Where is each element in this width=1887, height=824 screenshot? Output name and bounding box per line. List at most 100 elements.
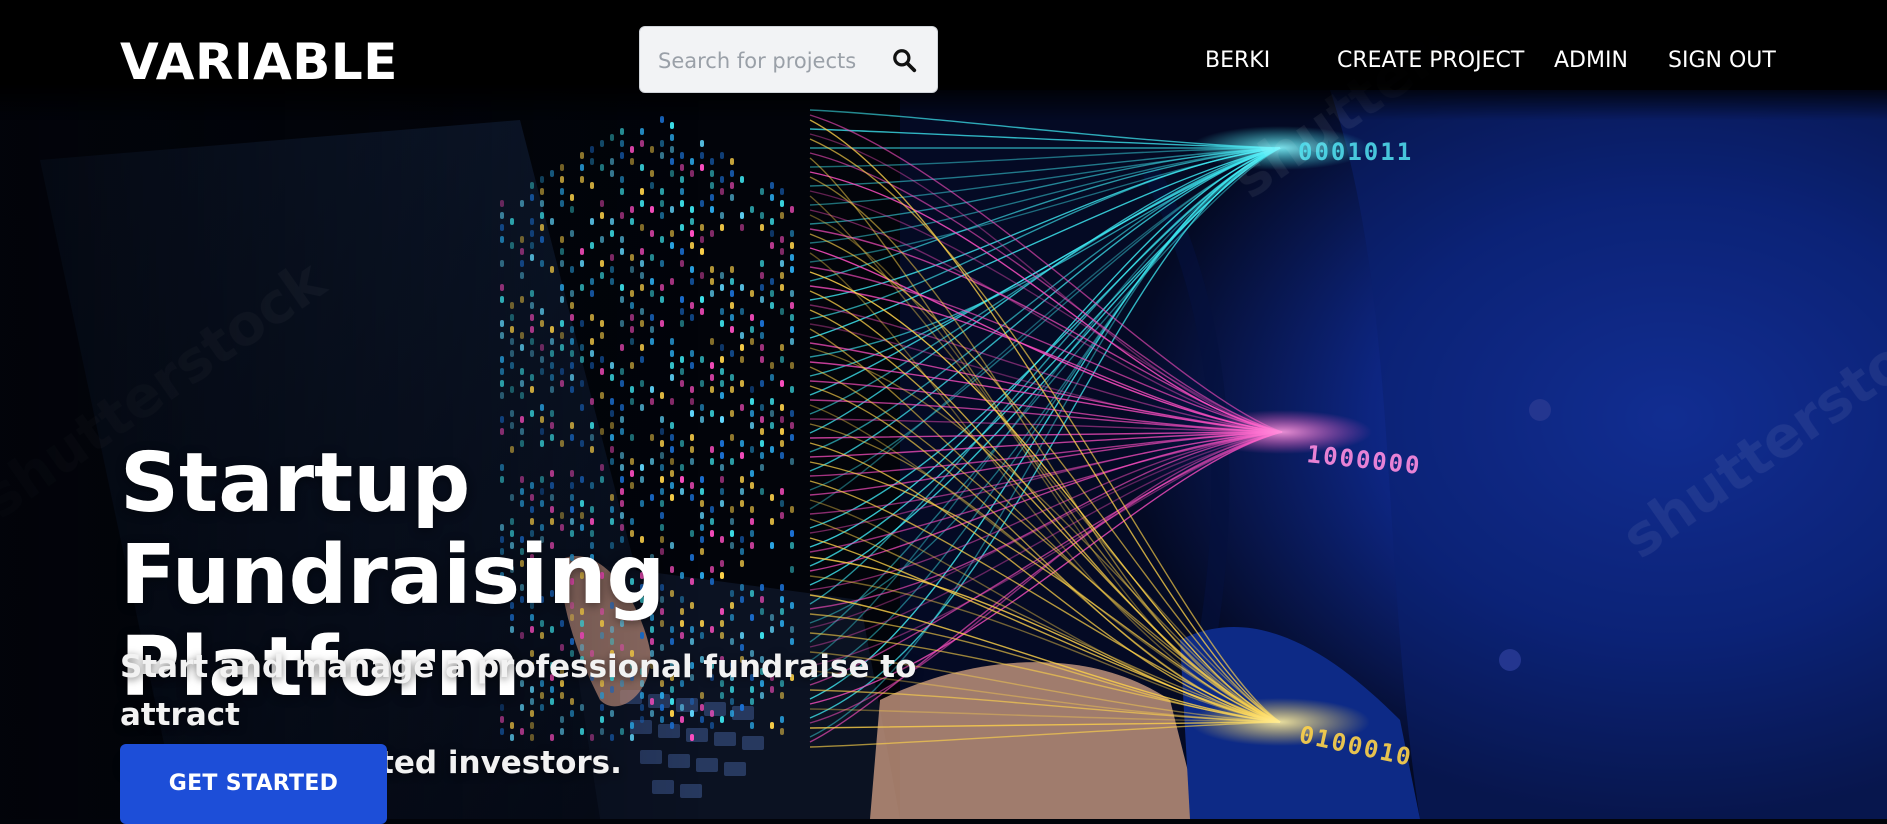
binary-dot <box>780 308 784 315</box>
binary-dot <box>760 212 764 219</box>
binary-dot <box>740 212 744 219</box>
binary-dot <box>790 206 794 213</box>
get-started-button[interactable]: GET STARTED <box>120 744 387 824</box>
nav-link-user[interactable]: BERKI <box>1205 44 1270 78</box>
binary-dot <box>720 272 724 279</box>
binary-dot <box>760 404 764 411</box>
binary-dot <box>780 428 784 435</box>
binary-dot <box>710 338 714 345</box>
binary-dot <box>700 140 704 147</box>
binary-dot <box>770 230 774 237</box>
binary-dot <box>710 374 714 381</box>
binary-dot <box>710 386 714 393</box>
binary-dot <box>750 314 754 321</box>
binary-dot <box>700 404 704 411</box>
binary-dot <box>710 290 714 297</box>
binary-dot <box>720 152 724 159</box>
binary-dot <box>740 356 744 363</box>
binary-dot <box>700 272 704 279</box>
binary-dot <box>770 374 774 381</box>
binary-dot <box>720 212 724 219</box>
binary-dot <box>710 410 714 417</box>
nav-link-admin[interactable]: ADMIN <box>1554 44 1628 78</box>
binary-dot <box>730 182 734 189</box>
binary-dot <box>730 194 734 201</box>
binary-dot <box>760 428 764 435</box>
binary-dot <box>790 266 794 273</box>
binary-dot <box>770 278 774 285</box>
binary-dot <box>730 386 734 393</box>
binary-dot <box>710 182 714 189</box>
binary-dot <box>790 410 794 417</box>
binary-dot <box>730 278 734 285</box>
binary-dot <box>770 362 774 369</box>
binary-dot <box>790 422 794 429</box>
search-input[interactable] <box>656 41 870 81</box>
binary-dot <box>720 176 724 183</box>
binary-dot <box>780 200 784 207</box>
binary-dot <box>780 212 784 219</box>
binary-dot <box>700 356 704 363</box>
binary-dot <box>790 362 794 369</box>
binary-dot <box>770 302 774 309</box>
binary-dot <box>700 200 704 207</box>
nav-link-create-project[interactable]: CREATE PROJECT <box>1337 44 1524 78</box>
binary-dot <box>780 356 784 363</box>
binary-dot <box>730 314 734 321</box>
binary-dot <box>740 224 744 231</box>
binary-dot <box>710 170 714 177</box>
nav-link-sign-out[interactable]: SIGN OUT <box>1668 44 1776 78</box>
binary-dot <box>770 182 774 189</box>
binary-dot <box>730 410 734 417</box>
binary-dot <box>720 380 724 387</box>
binary-dot <box>790 302 794 309</box>
binary-dot <box>720 224 724 231</box>
binary-dot <box>720 284 724 291</box>
binary-dot <box>730 350 734 357</box>
binary-dot <box>730 374 734 381</box>
binary-dot <box>750 398 754 405</box>
binary-dot <box>760 320 764 327</box>
search-button[interactable] <box>885 41 923 79</box>
binary-dot <box>770 218 774 225</box>
hero-title-line: Startup Fundraising <box>120 436 666 623</box>
binary-dot <box>760 296 764 303</box>
brand-logo[interactable]: VARIABLE <box>120 30 398 94</box>
binary-dot <box>700 224 704 231</box>
binary-dot <box>770 290 774 297</box>
binary-dot <box>730 170 734 177</box>
binary-dot <box>710 230 714 237</box>
binary-dot <box>710 266 714 273</box>
binary-dot <box>730 326 734 333</box>
binary-dot <box>710 158 714 165</box>
binary-dot <box>750 326 754 333</box>
binary-dot <box>770 398 774 405</box>
binary-dot <box>750 338 754 345</box>
binary-dot <box>700 152 704 159</box>
binary-dot <box>760 416 764 423</box>
binary-dot <box>780 404 784 411</box>
binary-dot <box>750 386 754 393</box>
binary-dot <box>780 236 784 243</box>
binary-dot <box>720 188 724 195</box>
binary-dot <box>740 284 744 291</box>
binary-dot <box>710 206 714 213</box>
binary-dot <box>740 380 744 387</box>
hero-subtitle-line: Start and manage a professional fundrais… <box>120 649 917 733</box>
binary-dot <box>730 302 734 309</box>
binary-dot <box>770 194 774 201</box>
binary-dot <box>760 344 764 351</box>
binary-dot <box>730 266 734 273</box>
binary-dot <box>740 404 744 411</box>
binary-dot <box>760 272 764 279</box>
binary-dot <box>720 308 724 315</box>
binary-dot <box>780 380 784 387</box>
binary-dot <box>710 362 714 369</box>
binary-dot <box>700 308 704 315</box>
binary-dot <box>760 356 764 363</box>
binary-dot <box>790 290 794 297</box>
binary-dot <box>780 260 784 267</box>
search-icon <box>893 49 917 73</box>
binary-dot <box>760 188 764 195</box>
binary-dot <box>730 158 734 165</box>
